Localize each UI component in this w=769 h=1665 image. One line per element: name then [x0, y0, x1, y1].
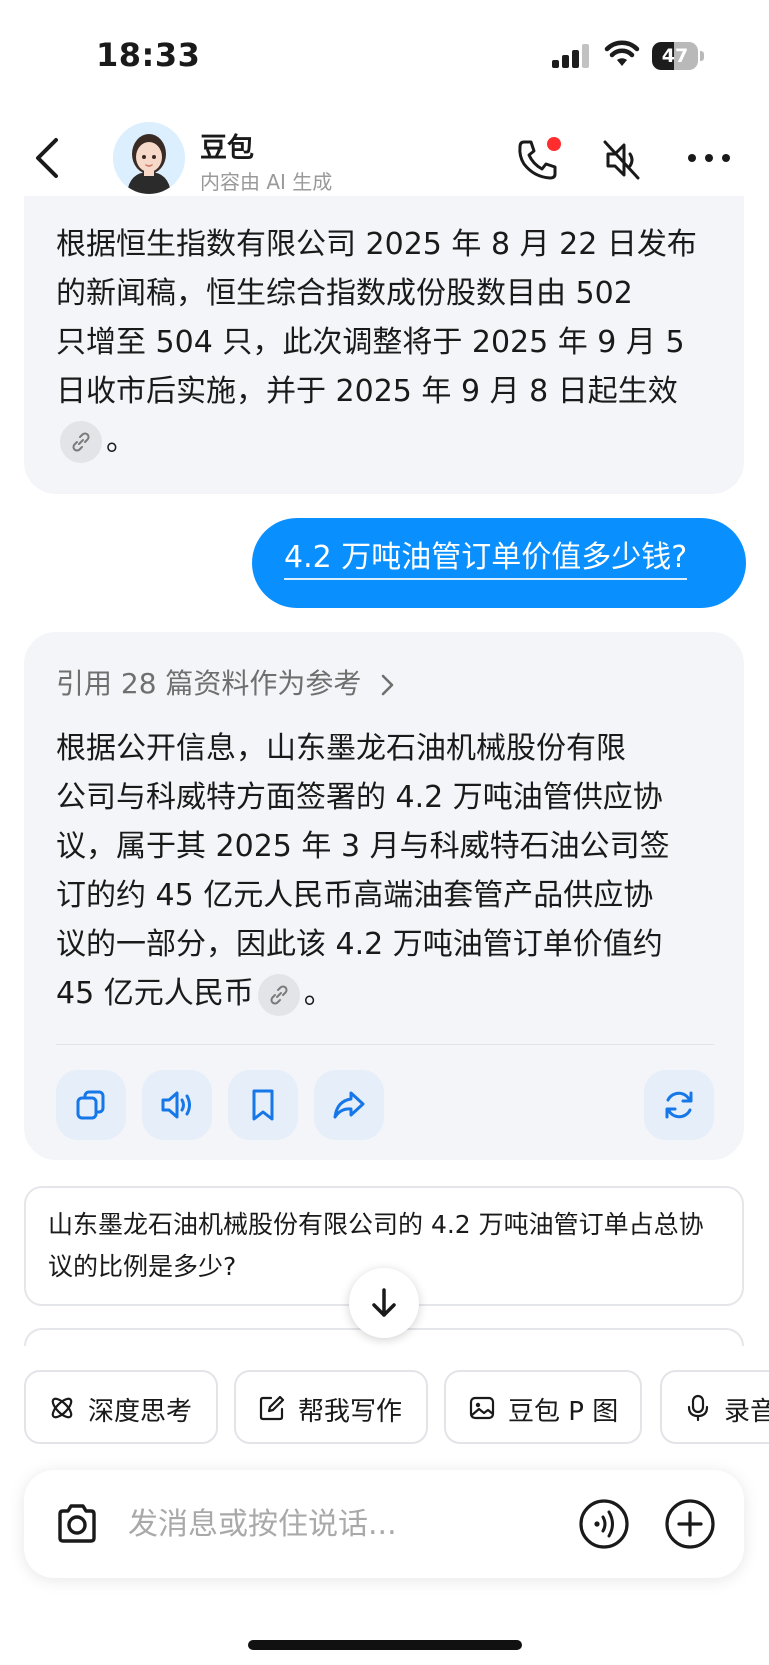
chat-title: 豆包: [200, 133, 254, 164]
battery-level: 47: [661, 45, 689, 67]
copy-icon: [76, 1090, 105, 1120]
read-aloud-button[interactable]: [142, 1070, 212, 1140]
share-icon: [333, 1091, 365, 1119]
reference-link[interactable]: 引用 28 篇资料作为参考: [56, 662, 396, 702]
wifi-icon: [604, 40, 640, 66]
bookmark-icon: [252, 1089, 274, 1121]
speaker-icon: [161, 1091, 191, 1119]
assistant-message: 引用 28 篇资料作为参考 根据公开信息，山东墨龙石油机械股份有限 公司与科威特…: [24, 632, 744, 1160]
mic-icon: [687, 1394, 709, 1422]
battery-icon: 47: [652, 42, 704, 70]
divider: [56, 1044, 714, 1045]
user-message: 4.2 万吨油管订单价值多少钱?: [252, 518, 746, 608]
message-text: 根据恒生指数有限公司 2025 年 8 月 22 日发布 的新闻稿，恒生综合指数…: [56, 220, 714, 465]
plus-icon[interactable]: [664, 1498, 716, 1550]
chevron-right-icon: [382, 674, 394, 696]
bookmark-button[interactable]: [228, 1070, 298, 1140]
copy-button[interactable]: [56, 1070, 126, 1140]
message-input[interactable]: [128, 1500, 528, 1548]
tool-recording[interactable]: 录音: [660, 1370, 769, 1444]
more-icon[interactable]: [686, 142, 732, 174]
arrow-down-icon: [372, 1288, 396, 1317]
signal-icon: [552, 44, 589, 68]
status-bar: 18:33 47: [0, 0, 769, 110]
avatar[interactable]: [113, 122, 185, 194]
regenerate-button[interactable]: [644, 1070, 714, 1140]
regenerate-icon: [665, 1091, 693, 1119]
assistant-message: 根据恒生指数有限公司 2025 年 8 月 22 日发布 的新闻稿，恒生综合指数…: [24, 196, 744, 494]
source-link-icon[interactable]: [60, 420, 102, 463]
user-message-text: 4.2 万吨油管订单价值多少钱?: [284, 538, 688, 580]
message-text: 根据公开信息，山东墨龙石油机械股份有限 公司与科威特方面签署的 4.2 万吨油管…: [56, 724, 714, 1018]
tool-writing[interactable]: 帮我写作: [234, 1370, 428, 1444]
status-time: 18:33: [96, 36, 201, 74]
chat-subtitle: 内容由 AI 生成: [200, 170, 333, 194]
scroll-down-button[interactable]: [349, 1268, 419, 1338]
image-edit-icon: [469, 1396, 495, 1420]
avatar-portrait-icon: [113, 122, 185, 194]
back-icon[interactable]: [30, 136, 66, 180]
scroll-fade: [0, 1346, 769, 1364]
speaker-muted-icon[interactable]: [600, 136, 644, 184]
phone-call-icon[interactable]: [514, 136, 562, 184]
atom-icon: [51, 1397, 73, 1419]
share-button[interactable]: [314, 1070, 384, 1140]
tool-deep-thinking[interactable]: 深度思考: [24, 1370, 218, 1444]
camera-icon[interactable]: [54, 1502, 100, 1546]
tool-image-edit[interactable]: 豆包 P 图: [444, 1370, 642, 1444]
voice-call-icon[interactable]: [578, 1498, 630, 1550]
chat-header: 豆包 内容由 AI 生成: [0, 110, 769, 206]
home-indicator: [248, 1640, 522, 1650]
message-composer: [24, 1470, 744, 1578]
edit-icon: [259, 1395, 285, 1421]
source-link-icon[interactable]: [257, 973, 300, 1016]
